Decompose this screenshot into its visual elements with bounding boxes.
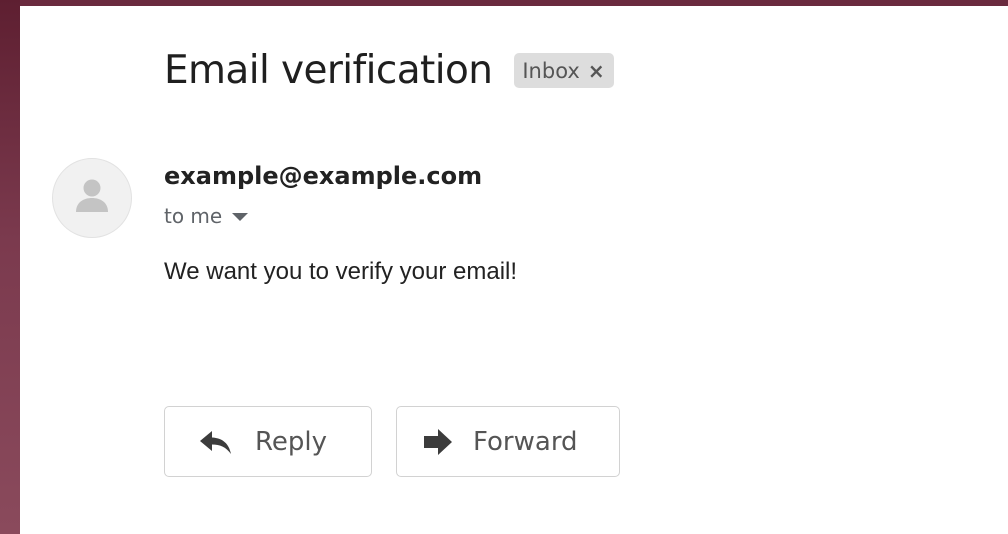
- window-left-edge: [0, 0, 20, 534]
- reply-arrow-icon: [199, 429, 233, 455]
- forward-arrow-icon: [423, 428, 453, 456]
- recipient-text: to me: [164, 204, 223, 228]
- forward-button[interactable]: Forward: [396, 406, 620, 477]
- email-view: Email verification Inbox × example@examp…: [20, 6, 1008, 534]
- email-body: We want you to verify your email!: [164, 258, 518, 285]
- remove-label-icon[interactable]: ×: [588, 61, 605, 81]
- inbox-label-chip[interactable]: Inbox ×: [514, 53, 614, 88]
- reply-button[interactable]: Reply: [164, 406, 372, 477]
- subject-row: Email verification Inbox ×: [164, 48, 614, 93]
- caret-down-icon[interactable]: [232, 213, 249, 221]
- sender-avatar[interactable]: [52, 158, 132, 238]
- sender-address[interactable]: example@example.com: [164, 162, 482, 190]
- forward-label: Forward: [473, 426, 578, 457]
- person-icon: [74, 176, 110, 221]
- reply-label: Reply: [255, 426, 328, 457]
- email-subject: Email verification: [164, 48, 493, 93]
- label-chip-text: Inbox: [522, 58, 580, 83]
- recipient-row: to me: [164, 204, 249, 228]
